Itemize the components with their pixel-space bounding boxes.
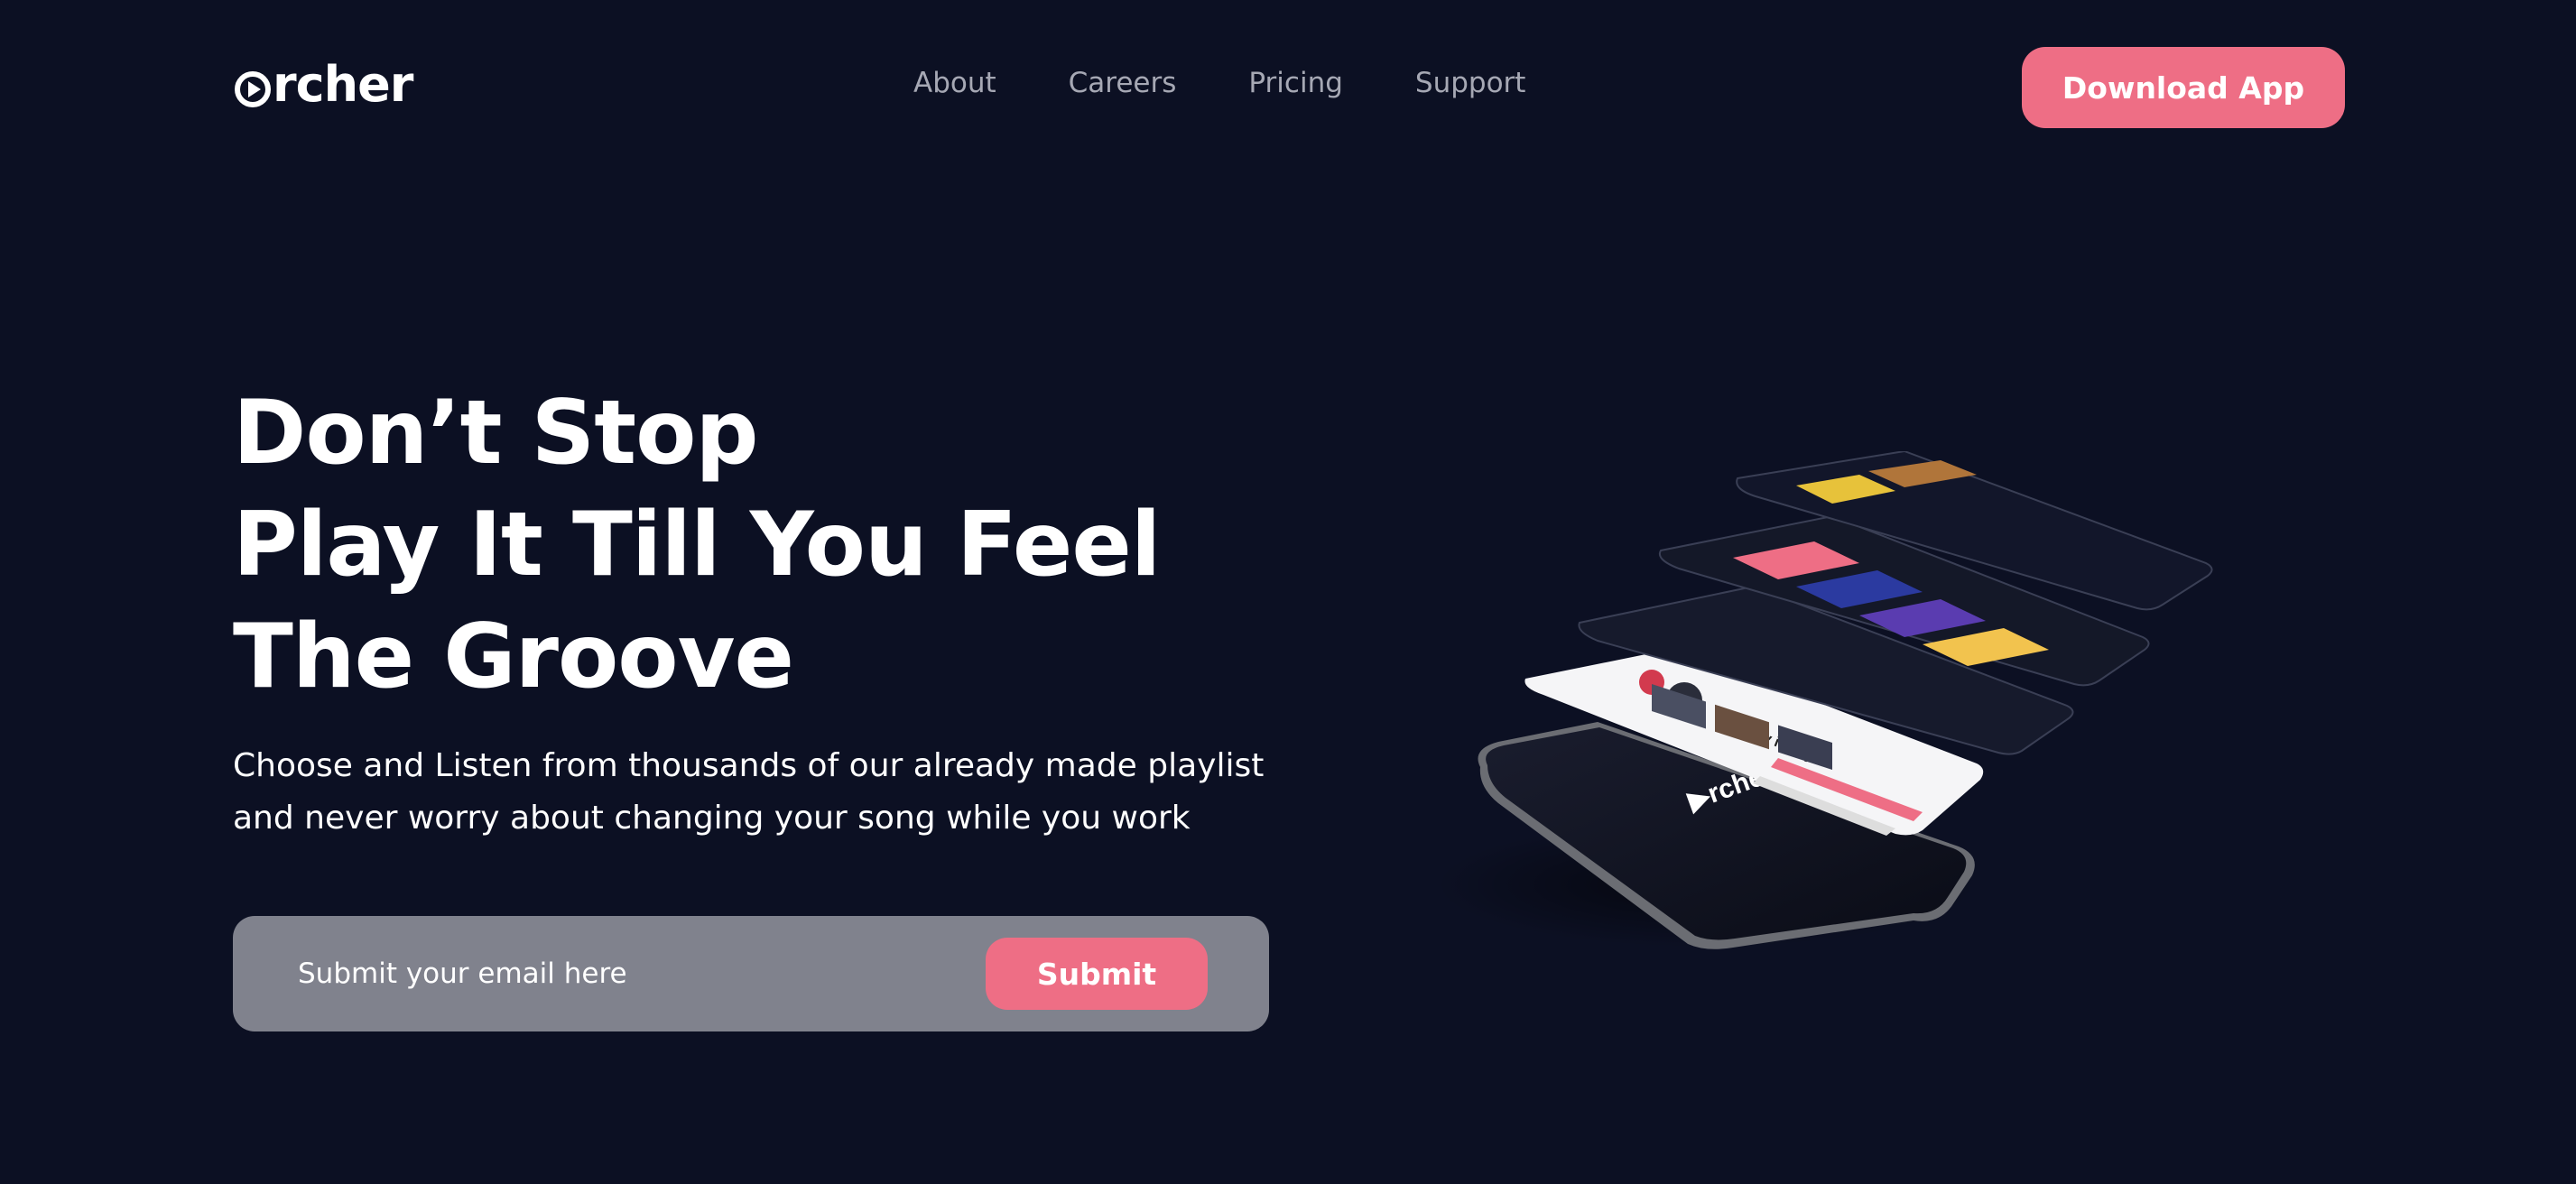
subtext-line: and never worry about changing your song… bbox=[233, 800, 1191, 837]
nav-link-pricing[interactable]: Pricing bbox=[1248, 67, 1343, 99]
hero-headline: Don’t Stop Play It Till You Feel The Gro… bbox=[233, 377, 1161, 713]
download-app-button[interactable]: Download App bbox=[2022, 47, 2345, 128]
play-circle-icon bbox=[233, 69, 273, 109]
brand-logo[interactable]: rcher bbox=[233, 56, 413, 113]
headline-line: The Groove bbox=[233, 606, 794, 708]
subtext-line: Choose and Listen from thousands of our … bbox=[233, 747, 1265, 784]
nav-link-about[interactable]: About bbox=[913, 67, 996, 99]
landing-page: rcher About Careers Pricing Support Down… bbox=[0, 0, 2576, 1184]
headline-line: Play It Till You Feel bbox=[233, 494, 1161, 597]
email-signup-form: Submit bbox=[233, 916, 1269, 1031]
brand-name: rcher bbox=[273, 56, 413, 113]
submit-button[interactable]: Submit bbox=[986, 938, 1208, 1010]
nav-link-support[interactable]: Support bbox=[1415, 67, 1526, 99]
headline-line: Don’t Stop bbox=[233, 382, 759, 485]
email-input[interactable] bbox=[298, 957, 930, 990]
nav-link-careers[interactable]: Careers bbox=[1069, 67, 1177, 99]
hero-subtext: Choose and Listen from thousands of our … bbox=[233, 740, 1316, 845]
phone-screens-illustration: ▶rcher Play it till you bbox=[1435, 451, 2229, 966]
main-nav: About Careers Pricing Support bbox=[913, 67, 1525, 99]
